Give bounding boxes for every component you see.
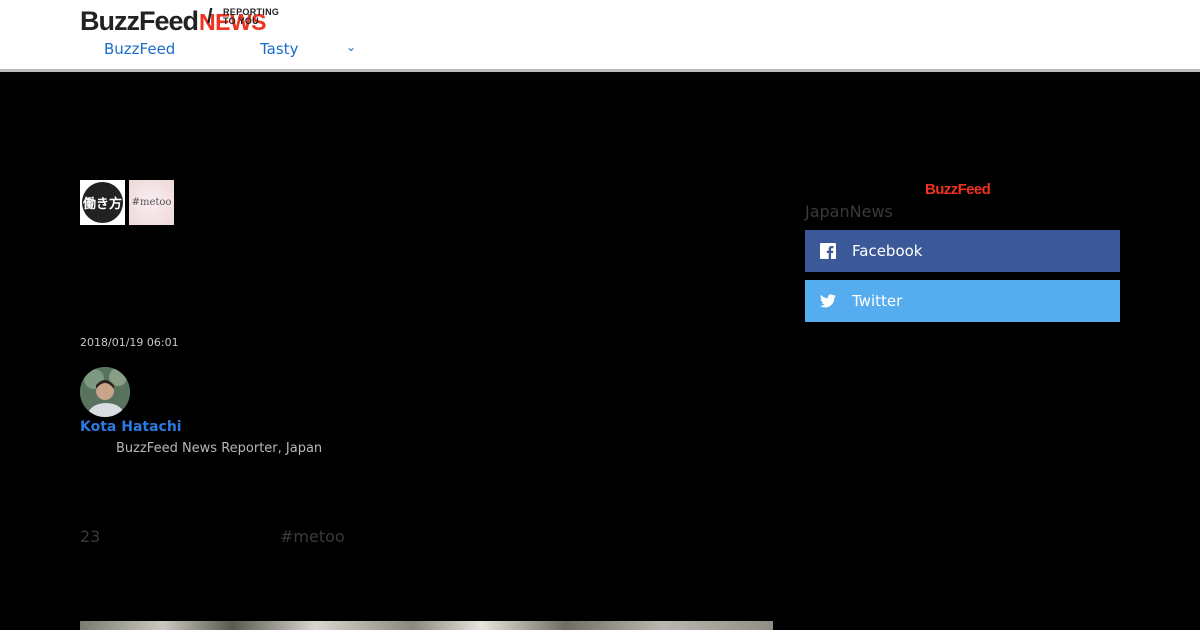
- logo-tagline: REPORTING TO YOU: [223, 8, 293, 26]
- facebook-icon: [820, 243, 836, 259]
- nav-item-tasty[interactable]: Tasty: [260, 40, 298, 58]
- author-name-link[interactable]: Kota Hatachi: [80, 419, 182, 435]
- tag-thumbnail-label: 働き方: [82, 182, 123, 223]
- chevron-down-icon[interactable]: ⌄: [346, 40, 356, 54]
- facebook-share-label: Facebook: [852, 242, 923, 260]
- nav-item-buzzfeed[interactable]: BuzzFeed: [104, 40, 175, 58]
- twitter-share-button[interactable]: Twitter: [805, 280, 1120, 322]
- site-header: BuzzFeed NEWS / REPORTING TO YOU BuzzFee…: [0, 0, 1200, 72]
- twitter-icon: [820, 293, 836, 309]
- article-date: 2018/01/19 06:01: [80, 336, 179, 349]
- logo-brand: BuzzFeed: [80, 6, 199, 36]
- sidebar-title: JapanNews: [805, 202, 893, 221]
- article-area: 働き方 #metoo 2018/01/19 06:01 Kota Hatachi…: [0, 72, 1200, 630]
- sidebar-buzzfeed-logo: BuzzFeed: [925, 181, 991, 198]
- author-avatar[interactable]: [80, 367, 130, 417]
- tag-thumbnail-metoo[interactable]: #metoo: [129, 180, 174, 225]
- facebook-share-button[interactable]: Facebook: [805, 230, 1120, 272]
- author-role: BuzzFeed News Reporter, Japan: [116, 441, 323, 456]
- tag-thumbnail-label: #metoo: [129, 180, 174, 225]
- twitter-share-label: Twitter: [852, 292, 903, 310]
- article-stat-number: 23: [80, 527, 101, 546]
- avatar-image: [80, 367, 130, 417]
- article-hero-image: [80, 621, 773, 630]
- logo-tagline-line-2: TO YOU: [223, 16, 259, 26]
- logo-slash: /: [207, 6, 213, 28]
- tag-thumbnail-hatarakikata[interactable]: 働き方: [80, 180, 125, 225]
- hashtag-metoo-link[interactable]: #metoo: [280, 527, 345, 546]
